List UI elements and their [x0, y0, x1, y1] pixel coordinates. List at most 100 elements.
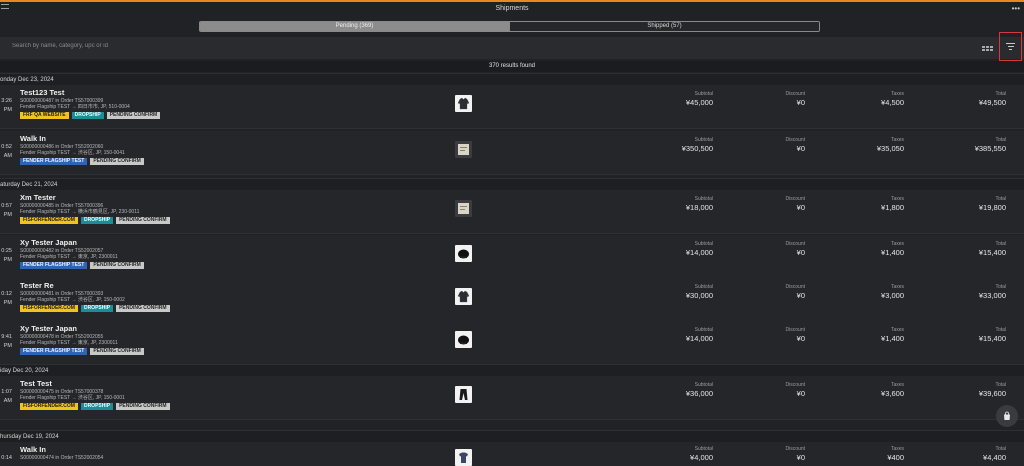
- date-group-header: aturday Dec 21, 2024: [0, 178, 1024, 190]
- total-cell: Total ¥33,000: [916, 284, 1006, 300]
- shipment-row[interactable]: 0:52 AM Walk In S00000000486 in Order TS520…: [0, 131, 1024, 175]
- subtotal-value: ¥45,000: [685, 98, 713, 107]
- discount-value: ¥0: [796, 98, 805, 107]
- order-time: 9:41: [1, 334, 12, 340]
- subtotal-cell: Subtotal ¥14,000: [623, 327, 713, 343]
- taxes-label: Taxes: [890, 137, 904, 143]
- taxes-label: Taxes: [890, 196, 904, 202]
- cap-image: [455, 331, 472, 348]
- order-ampm: PM: [3, 107, 12, 113]
- discount-label: Discount: [785, 327, 805, 333]
- subtotal-value: ¥14,000: [685, 334, 713, 343]
- status-badge: PENDING CONFIRM: [116, 305, 170, 312]
- total-label: Total: [995, 241, 1006, 247]
- total-value: ¥15,400: [978, 248, 1006, 257]
- order-time: 3:26: [1, 98, 12, 104]
- status-badge: PENDING CONFIRM: [90, 158, 144, 165]
- subtotal-label: Subtotal: [694, 284, 713, 290]
- shipment-route: Fender Flagship TEST → 東京, JP, 2300011: [20, 340, 118, 346]
- status-badge: FENDER FLAGSHIP TEST: [20, 158, 88, 165]
- tag-list: FISFORFENDER.COM DROPSHIP PENDING CONFIRM: [20, 403, 170, 410]
- taxes-label: Taxes: [890, 382, 904, 388]
- tag-list: FISFORFENDER.COM DROPSHIP PENDING CONFIRM: [20, 217, 170, 224]
- taxes-cell: Taxes ¥4,500: [814, 91, 904, 107]
- discount-label: Discount: [785, 284, 805, 290]
- shipment-row[interactable]: 3:26 PM Test123 Test S00000000487 in Order …: [0, 85, 1024, 129]
- discount-cell: Discount ¥0: [715, 241, 805, 257]
- taxes-value: ¥3,600: [881, 389, 904, 398]
- customer-name: Xm Tester: [20, 193, 56, 202]
- filter-button[interactable]: [999, 32, 1022, 61]
- discount-value: ¥0: [796, 453, 805, 462]
- taxes-value: ¥4,500: [881, 98, 904, 107]
- shipment-row[interactable]: 0:12 PM Tester Re S00000000481 in Order TS5…: [0, 278, 1024, 322]
- order-ampm: PM: [3, 257, 12, 263]
- shipment-route: Fender Flagship TEST → 横浜市鶴見区, JP, 230-0…: [20, 209, 140, 215]
- order-time: 0:25: [1, 248, 12, 254]
- total-cell: Total ¥385,550: [916, 137, 1006, 153]
- shipment-row[interactable]: 0:14 Walk In S00000000474 in Order TS52002…: [0, 442, 1024, 466]
- subtotal-label: Subtotal: [694, 91, 713, 97]
- subtotal-cell: Subtotal ¥45,000: [623, 91, 713, 107]
- discount-cell: Discount ¥0: [715, 91, 805, 107]
- total-value: ¥39,600: [978, 389, 1006, 398]
- taxes-cell: Taxes ¥400: [814, 446, 904, 462]
- product-image: [455, 200, 472, 217]
- shipment-row[interactable]: 0:57 PM Xm Tester S00000000485 in Order TS5…: [0, 190, 1024, 234]
- subtotal-cell: Subtotal ¥36,000: [623, 382, 713, 398]
- subtotal-label: Subtotal: [694, 241, 713, 247]
- taxes-value: ¥35,050: [876, 144, 904, 153]
- order-time: 0:52: [1, 144, 12, 150]
- total-cell: Total ¥4,400: [916, 446, 1006, 462]
- taxes-label: Taxes: [890, 91, 904, 97]
- taxes-value: ¥1,800: [881, 203, 904, 212]
- shipment-route: Fender Flagship TEST → 渋谷区, JP, 150-0041: [20, 150, 125, 156]
- order-time: 1:07: [1, 389, 12, 395]
- taxes-cell: Taxes ¥3,600: [814, 382, 904, 398]
- tab-shipped[interactable]: Shipped (57): [509, 22, 819, 31]
- shipment-row[interactable]: 0:25 PM Xy Tester Japan S00000000482 in Ord…: [0, 235, 1024, 279]
- shipment-row[interactable]: 1:07 AM Test Test S00000000475 in Order TS5…: [0, 376, 1024, 420]
- subtotal-value: ¥18,000: [685, 203, 713, 212]
- tag-list: FRF QA WEBSITE DROPSHIP PENDING CONFIRM: [20, 112, 161, 119]
- discount-label: Discount: [785, 241, 805, 247]
- grid-view-button[interactable]: [979, 40, 995, 56]
- shipment-route: Fender Flagship TEST → 四日市市, JP, 510-000…: [20, 104, 130, 110]
- subtotal-value: ¥30,000: [685, 291, 713, 300]
- subtotal-label: Subtotal: [694, 137, 713, 143]
- more-options-icon[interactable]: •••: [1012, 5, 1020, 13]
- filter-icon: [1006, 43, 1015, 44]
- jacket-image: [455, 288, 472, 305]
- search-input[interactable]: [12, 43, 612, 49]
- status-badge: FENDER FLAGSHIP TEST: [20, 262, 88, 269]
- total-cell: Total ¥49,500: [916, 91, 1006, 107]
- status-badge: PENDING CONFIRM: [90, 348, 144, 355]
- taxes-cell: Taxes ¥3,000: [814, 284, 904, 300]
- discount-value: ¥0: [796, 334, 805, 343]
- customer-name: Walk In: [20, 445, 46, 454]
- subtotal-label: Subtotal: [694, 196, 713, 202]
- discount-value: ¥0: [796, 248, 805, 257]
- order-ampm: AM: [3, 153, 12, 159]
- search-bar: [0, 37, 1024, 59]
- total-label: Total: [995, 196, 1006, 202]
- tab-pending[interactable]: Pending (369): [200, 22, 509, 31]
- customer-name: Xy Tester Japan: [20, 238, 77, 247]
- total-value: ¥4,400: [983, 453, 1006, 462]
- total-label: Total: [995, 327, 1006, 333]
- taxes-label: Taxes: [890, 284, 904, 290]
- results-count: 370 results found: [0, 61, 1024, 72]
- order-ampm: AM: [3, 398, 12, 404]
- bag-button[interactable]: [996, 405, 1018, 427]
- taxes-value: ¥3,000: [881, 291, 904, 300]
- status-badge: FISFORFENDER.COM: [20, 403, 78, 410]
- shipment-route: Fender Flagship TEST → 東京, JP, 2300011: [20, 254, 118, 260]
- total-cell: Total ¥39,600: [916, 382, 1006, 398]
- cap-image: [455, 245, 472, 262]
- order-time: 0:14: [1, 455, 12, 461]
- discount-value: ¥0: [796, 144, 805, 153]
- date-group-header: onday Dec 23, 2024: [0, 73, 1024, 85]
- subtotal-label: Subtotal: [694, 327, 713, 333]
- shipment-row[interactable]: 9:41 PM Xy Tester Japan S00000000478 in Ord…: [0, 321, 1024, 365]
- discount-label: Discount: [785, 382, 805, 388]
